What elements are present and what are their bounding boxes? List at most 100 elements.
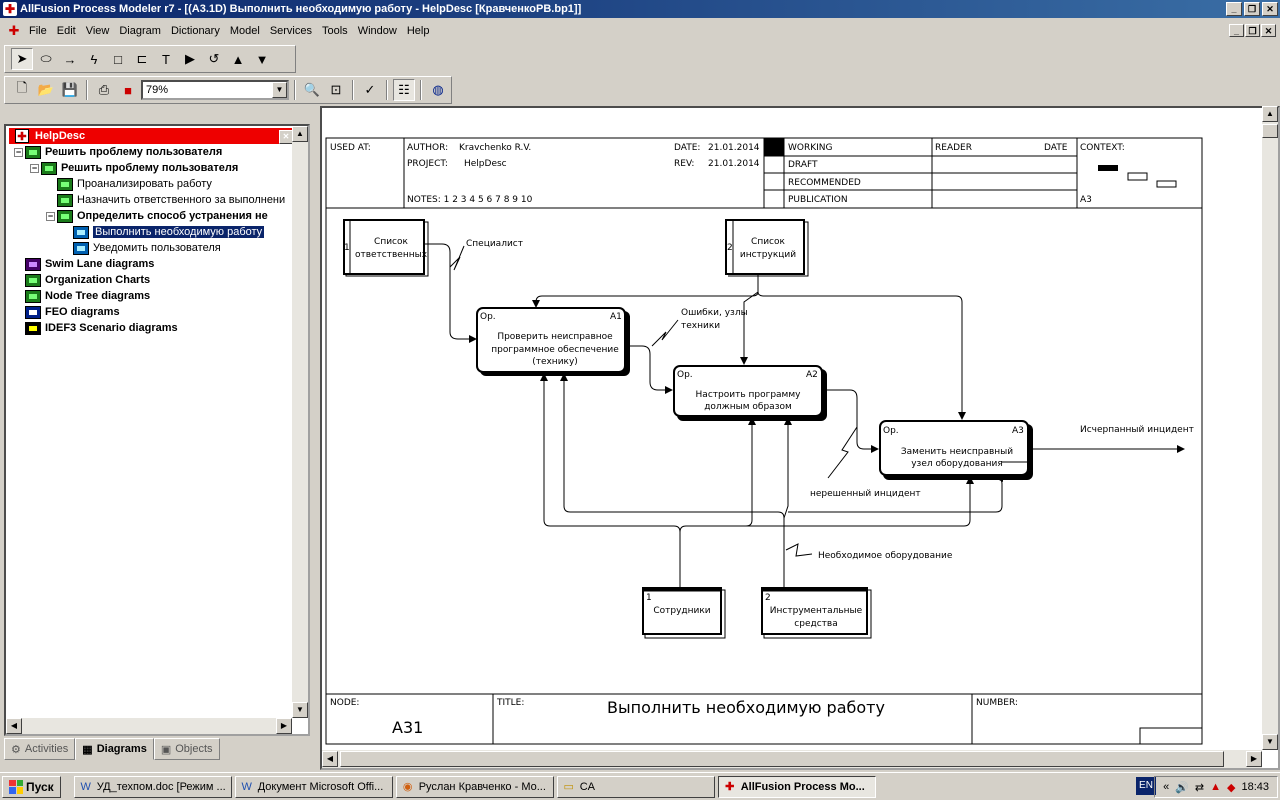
scroll-left-icon[interactable]: ◀ <box>6 718 22 734</box>
tree-node[interactable]: Organization Charts <box>14 272 150 288</box>
doc-minimize-button[interactable]: _ <box>1229 24 1244 37</box>
scroll-up-icon[interactable]: ▲ <box>292 126 308 142</box>
pdf-icon[interactable]: ▲ <box>1210 781 1221 793</box>
tree-node[interactable]: − Решить проблему пользователя <box>14 144 222 160</box>
open-folder-icon[interactable]: 📂 <box>35 79 57 101</box>
diagram-canvas[interactable]: USED AT: AUTHOR: Kravchenko R.V. PROJECT… <box>320 106 1280 770</box>
tree-root-helpdesc[interactable]: ✚ HelpDesc ✕ <box>9 128 295 144</box>
model-explorer-icon[interactable]: ☷ <box>393 79 415 101</box>
tab-objects[interactable]: ▣ Objects <box>153 738 220 760</box>
tree-node[interactable]: Назначить ответственного за выполнени <box>46 192 285 208</box>
task-browser[interactable]: ◉ Руслан Кравченко - Мо... <box>395 775 554 798</box>
globe-icon[interactable]: ◍ <box>427 79 449 101</box>
hscroll-thumb[interactable] <box>340 751 1224 767</box>
maximize-button[interactable]: ❐ <box>1244 2 1260 16</box>
canvas-vscrollbar[interactable]: ▲ ▼ <box>1262 106 1278 750</box>
text-tool-icon[interactable]: T <box>155 48 177 70</box>
folder-icon: ▭ <box>563 780 574 793</box>
menu-help[interactable]: Help <box>402 25 435 37</box>
squiggle-tool-icon[interactable]: ϟ <box>83 48 105 70</box>
color-icon[interactable]: ■ <box>117 79 139 101</box>
box-tool-icon[interactable]: □ <box>107 48 129 70</box>
external-tool-icon[interactable]: ⊏ <box>131 48 153 70</box>
zoom-select[interactable]: 79% ▼ <box>141 80 289 100</box>
go-down-icon[interactable]: ▼ <box>251 48 273 70</box>
tree-node[interactable]: Swim Lane diagrams <box>14 256 154 272</box>
menu-file[interactable]: File <box>24 25 52 37</box>
start-button[interactable]: Пуск <box>2 775 61 798</box>
close-button[interactable]: ✕ <box>1262 2 1278 16</box>
task-allfusion[interactable]: ✚ AllFusion Process Mo... <box>717 775 876 798</box>
spellcheck-icon[interactable]: ✓ <box>359 79 381 101</box>
menu-edit[interactable]: Edit <box>52 25 81 37</box>
tree-node[interactable]: IDEF3 Scenario diagrams <box>14 320 178 336</box>
tree-node[interactable]: Проанализировать работу <box>46 176 212 192</box>
go-to-sibling-icon[interactable]: ▶ <box>179 48 201 70</box>
svg-text:узел оборудования: узел оборудования <box>911 459 1003 469</box>
zoom-fit-icon[interactable]: ⊡ <box>325 79 347 101</box>
language-indicator[interactable]: EN <box>1136 777 1156 795</box>
context-box-1 <box>1098 165 1118 171</box>
scroll-left-icon[interactable]: ◀ <box>322 751 338 767</box>
close-icon[interactable]: ✕ <box>279 130 293 144</box>
activity-tool-icon[interactable]: ⬭ <box>35 48 57 70</box>
collapse-icon[interactable]: − <box>46 211 55 221</box>
arrow-tool-icon[interactable]: → <box>59 48 81 70</box>
menu-view[interactable]: View <box>81 25 115 37</box>
doc-close-button[interactable]: ✕ <box>1261 24 1276 37</box>
menu-window[interactable]: Window <box>353 25 402 37</box>
save-icon[interactable]: 💾 <box>59 79 81 101</box>
word-icon: W <box>241 780 252 793</box>
status-draft: DRAFT <box>788 160 818 170</box>
tab-activities[interactable]: ⚙ Activities <box>4 738 76 760</box>
document-icon[interactable]: ✚ <box>6 23 22 39</box>
menubar: ✚ File Edit View Diagram Dictionary Mode… <box>0 20 1280 42</box>
vscroll-thumb[interactable] <box>1262 124 1278 138</box>
scroll-right-icon[interactable]: ▶ <box>276 718 292 734</box>
tree-node-label: Проанализировать работу <box>77 178 212 190</box>
tree-node[interactable]: − Решить проблему пользователя <box>30 160 238 176</box>
tree-node[interactable]: Выполнить необходимую работу <box>62 224 265 240</box>
svg-text:A1: A1 <box>610 312 622 322</box>
task-word-doc[interactable]: W Документ Microsoft Offi... <box>234 775 393 798</box>
print-icon[interactable]: ⎙ <box>93 79 115 101</box>
svg-text:инструкций: инструкций <box>740 250 796 260</box>
antivirus-icon[interactable]: ◆ <box>1227 781 1235 794</box>
go-up-icon[interactable]: ▲ <box>227 48 249 70</box>
minimize-button[interactable]: _ <box>1226 2 1242 16</box>
volume-icon[interactable]: 🔊 <box>1175 781 1189 794</box>
menu-dictionary[interactable]: Dictionary <box>166 25 225 37</box>
tree-node[interactable]: Уведомить пользователя <box>62 240 221 256</box>
tree-node[interactable]: − Определить способ устранения не <box>46 208 268 224</box>
dropdown-icon[interactable]: ▼ <box>272 82 287 98</box>
menu-services[interactable]: Services <box>265 25 317 37</box>
collapse-icon[interactable]: − <box>30 163 39 173</box>
canvas-hscrollbar[interactable]: ◀ ▶ <box>322 750 1262 768</box>
menu-diagram[interactable]: Diagram <box>114 25 166 37</box>
tree-node[interactable]: Node Tree diagrams <box>14 288 150 304</box>
tray-chevron-icon[interactable]: « <box>1163 781 1169 793</box>
svg-text:1: 1 <box>344 243 350 253</box>
menu-model[interactable]: Model <box>225 25 265 37</box>
new-file-icon[interactable]: 🗋 <box>11 79 33 101</box>
menu-tools[interactable]: Tools <box>317 25 353 37</box>
tree-vscrollbar[interactable]: ▲ ▼ <box>292 126 308 718</box>
zoom-in-icon[interactable]: 🔍 <box>301 79 323 101</box>
pointer-tool-icon[interactable]: ➤ <box>11 48 33 70</box>
undo-icon[interactable]: ↺ <box>203 48 225 70</box>
scroll-down-icon[interactable]: ▼ <box>1262 734 1278 750</box>
browser-icon: ◉ <box>402 780 413 793</box>
scroll-right-icon[interactable]: ▶ <box>1246 751 1262 767</box>
task-ud-doc[interactable]: W УД_техпом.doc [Режим ... <box>73 775 232 798</box>
network-icon[interactable]: ⇄ <box>1195 781 1204 794</box>
diagram-icon <box>57 177 73 191</box>
collapse-icon[interactable]: − <box>14 147 23 157</box>
tree-node-label: Уведомить пользователя <box>93 242 221 254</box>
tree-node[interactable]: FEO diagrams <box>14 304 120 320</box>
tab-diagrams[interactable]: ▦ Diagrams <box>75 738 154 760</box>
task-ca-folder[interactable]: ▭ CA <box>556 775 715 798</box>
doc-restore-button[interactable]: ❐ <box>1245 24 1260 37</box>
scroll-up-icon[interactable]: ▲ <box>1262 106 1278 122</box>
tree-hscrollbar[interactable]: ◀ ▶ <box>6 718 292 734</box>
scroll-down-icon[interactable]: ▼ <box>292 702 308 718</box>
